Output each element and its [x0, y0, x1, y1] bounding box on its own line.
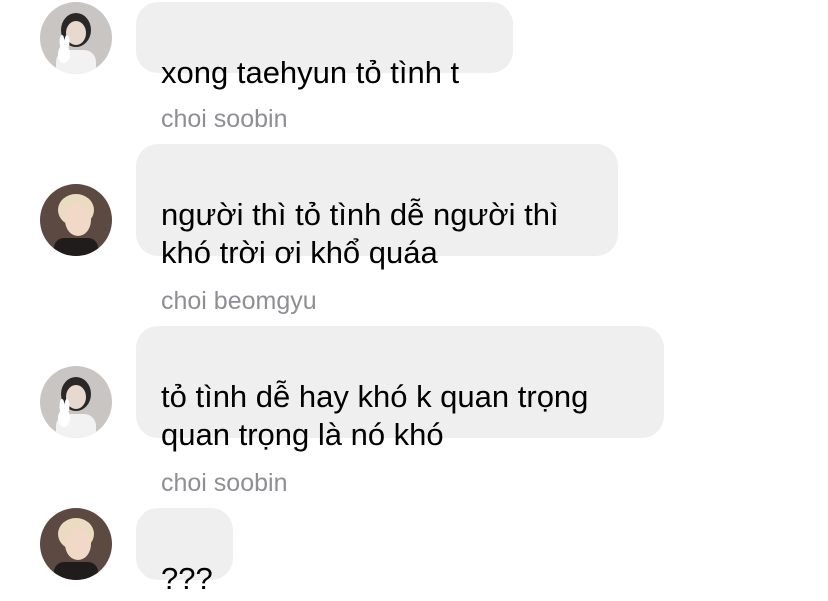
sender-name: choi beomgyu	[161, 287, 317, 315]
sender-name: choi soobin	[161, 469, 288, 497]
message-text: ???	[161, 561, 213, 596]
avatar[interactable]	[40, 366, 112, 438]
message-text: tỏ tình dễ hay khó k quan trọng quan trọ…	[161, 379, 589, 452]
avatar-image	[40, 508, 112, 580]
message-bubble[interactable]: xong taehyun tỏ tình t	[136, 2, 513, 90]
chat-thread: xong taehyun tỏ tình t choi soobin người…	[0, 0, 828, 601]
sender-name: choi soobin	[161, 105, 288, 133]
avatar-image	[40, 184, 112, 256]
avatar-image	[40, 2, 112, 74]
message-bubble[interactable]: tỏ tình dễ hay khó k quan trọng quan trọ…	[136, 326, 664, 452]
avatar[interactable]	[40, 2, 112, 74]
message-text: người thì tỏ tình dễ người thì khó trời …	[161, 197, 559, 270]
avatar-image	[40, 366, 112, 438]
message-bubble[interactable]: người thì tỏ tình dễ người thì khó trời …	[136, 144, 618, 270]
message-bubble[interactable]: ???	[136, 508, 233, 596]
avatar[interactable]	[40, 508, 112, 580]
avatar[interactable]	[40, 184, 112, 256]
message-text: xong taehyun tỏ tình t	[161, 55, 460, 90]
